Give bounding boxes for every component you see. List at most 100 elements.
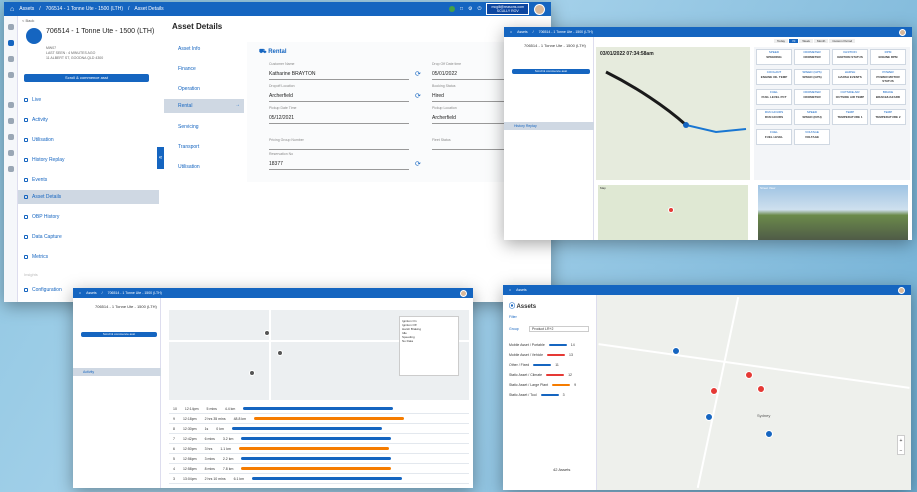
street-view[interactable]: Street View: [758, 185, 908, 240]
nav-activity[interactable]: Activity: [24, 117, 48, 123]
dropoff-date-field[interactable]: Drop Off Date time 05/01/2022: [432, 62, 507, 80]
rail-location-icon[interactable]: [7, 40, 14, 46]
breadcrumb-assets[interactable]: Assets: [19, 6, 34, 12]
activity-crumb-assets[interactable]: Assets: [86, 291, 97, 295]
table-row[interactable]: 4 12:58pm 8 mins 7.8 km: [169, 464, 469, 474]
collapse-handle[interactable]: «: [157, 147, 164, 169]
toggle-7d[interactable]: 7d: [789, 39, 799, 43]
group-item[interactable]: Static Asset / Tool 3: [509, 393, 565, 397]
asset-pin-icon[interactable]: [672, 347, 680, 355]
tab-operation[interactable]: Operation: [178, 86, 200, 92]
fleet-status-field[interactable]: Fleet Status: [432, 132, 507, 150]
table-row[interactable]: 5 12:56pm 3 mins 2.2 km: [169, 454, 469, 464]
nav-asset-details[interactable]: Asset Details: [18, 190, 159, 204]
toggle-month[interactable]: Month: [813, 39, 829, 43]
replay-status-button[interactable]: Scroll & commence asst: [512, 69, 590, 74]
asset-pin-icon[interactable]: [757, 385, 765, 393]
activity-nav-active[interactable]: Activity: [73, 368, 161, 376]
replay-crumb-assets[interactable]: Assets: [517, 30, 528, 34]
nav-configuration[interactable]: Configuration: [24, 287, 62, 293]
rail-list-icon[interactable]: [7, 118, 14, 124]
toggle-week[interactable]: Week: [799, 39, 813, 43]
avatar[interactable]: [460, 289, 467, 297]
tab-utilisation[interactable]: Utilisation: [178, 164, 200, 170]
replay-nav-history[interactable]: History Replay: [504, 122, 594, 130]
history-replay-screen: ⌂ Assets/706514 - 1 Tonne Ute - 1500 (LT…: [504, 27, 912, 240]
nav-utilisation[interactable]: Utilisation: [24, 137, 54, 143]
back-link[interactable]: < Back: [22, 18, 157, 23]
nav-events[interactable]: Events: [24, 177, 47, 183]
activity-crumb-vehicle[interactable]: 706514 - 1 Tonne Ute - 1500 (LTH): [108, 291, 162, 295]
rail-chart-icon[interactable]: [7, 134, 14, 140]
tab-rental[interactable]: Rental →: [164, 99, 244, 113]
rail-layers-icon[interactable]: [7, 56, 14, 62]
window-icon[interactable]: □: [460, 6, 463, 12]
tab-servicing[interactable]: Servicing: [178, 124, 199, 130]
refresh-icon[interactable]: ⟳: [415, 92, 421, 100]
filter-row[interactable]: Filter: [509, 315, 517, 319]
table-row[interactable]: 10 12:14pm 5 mins 4.4 km: [169, 404, 469, 414]
tab-finance[interactable]: Finance: [178, 66, 196, 72]
refresh-icon[interactable]: ⟳: [415, 160, 421, 168]
power-icon[interactable]: ⏻: [477, 6, 481, 12]
rail-user-icon[interactable]: [7, 166, 14, 172]
toggle-today[interactable]: Today: [774, 39, 789, 43]
fleet-map[interactable]: Sydney + −: [597, 295, 911, 490]
rail-alert-icon[interactable]: [7, 150, 14, 156]
row-distance: 1.1 km: [220, 446, 231, 451]
nav-insights[interactable]: Insights: [24, 272, 38, 277]
asset-pin-icon[interactable]: [710, 387, 718, 395]
asset-pin-icon[interactable]: [745, 371, 753, 379]
asset-pin-icon[interactable]: [705, 413, 713, 421]
toggle-custom[interactable]: Custom Period: [829, 39, 856, 43]
reservation-no-field[interactable]: Reservation No 18377: [269, 152, 409, 170]
pickup-date-field[interactable]: Pickup Date Time 05/12/2021: [269, 106, 409, 124]
nav-metrics[interactable]: Metrics: [24, 254, 48, 260]
group-item[interactable]: Mobile Asset / Vehicle 13: [509, 353, 573, 357]
tab-transport[interactable]: Transport: [178, 144, 199, 150]
group-item[interactable]: Mobile Asset / Portable 14: [509, 343, 575, 347]
dropoff-location-field[interactable]: Dropoff Location Archerfield: [269, 84, 409, 102]
avatar[interactable]: [898, 286, 905, 294]
asset-pin-icon[interactable]: [765, 430, 773, 438]
pricing-group-field[interactable]: Pricing Group Number: [269, 132, 409, 150]
customer-name-field[interactable]: Customer Name Katharine BRAYTON: [269, 62, 409, 80]
nav-history-replay[interactable]: History Replay: [24, 157, 65, 163]
fleet-crumb-assets[interactable]: Assets: [516, 288, 527, 292]
avatar[interactable]: [534, 3, 545, 15]
card-label: OUTSIDE AIR TEMP: [835, 95, 865, 99]
card-label: POWER MOTOR STATUS: [876, 75, 900, 83]
nav-obp-history[interactable]: OBP History: [24, 214, 59, 220]
table-row[interactable]: 8 12:30pm 1s 0 km: [169, 424, 469, 434]
group-item[interactable]: Static Asset / Climate 12: [509, 373, 572, 377]
status-button[interactable]: Scroll & commence asst: [24, 74, 149, 82]
group-item[interactable]: Other / Fixed 11: [509, 363, 559, 367]
table-row[interactable]: 7 12:42pm 6 mins 3.2 km: [169, 434, 469, 444]
table-row[interactable]: 9 12:18pm 2 hrs 35 mins 48.8 km: [169, 414, 469, 424]
breadcrumb-vehicle[interactable]: 706514 - 1 Tonne Ute - 1500 (LTH): [46, 6, 123, 12]
pickup-location-field[interactable]: Pickup Location Archerfield: [432, 106, 507, 124]
rail-doc-icon[interactable]: [7, 102, 14, 108]
booking-status-field[interactable]: Booking Status Hired: [432, 84, 507, 102]
timeline-bar: [238, 447, 389, 450]
user-box[interactable]: mcgill@reasons.com SCULLY ROV: [486, 2, 529, 16]
refresh-icon[interactable]: ⟳: [415, 70, 421, 78]
rail-home-icon[interactable]: [7, 24, 14, 30]
nav-live[interactable]: Live: [24, 97, 41, 103]
nav-data-capture[interactable]: Data Capture: [24, 234, 62, 240]
settings-icon[interactable]: ⚙: [468, 6, 472, 12]
replay-crumb-vehicle[interactable]: 706514 - 1 Tonne Ute - 1500 (LTH): [539, 30, 593, 34]
table-row[interactable]: 6 12:50pm 3 hrs 1.1 km: [169, 444, 469, 454]
tab-asset-info[interactable]: Asset Info: [178, 46, 200, 52]
activity-status-button[interactable]: Scroll & commence asst: [81, 332, 157, 337]
group-select[interactable]: Product LR+2: [529, 326, 589, 332]
group-item[interactable]: Static Asset / Large Plant 9: [509, 383, 576, 387]
avatar[interactable]: [899, 28, 906, 36]
mini-map[interactable]: Map: [598, 185, 748, 240]
zoom-controls[interactable]: + −: [897, 435, 905, 455]
rail-tools-icon[interactable]: [7, 72, 14, 78]
replay-map[interactable]: 03/01/2022 07:34:58am: [596, 47, 750, 180]
activity-map[interactable]: Ignition On Ignition Off Harsh Braking I…: [169, 310, 469, 400]
breadcrumb-asset-details[interactable]: Asset Details: [134, 6, 163, 12]
table-row[interactable]: 3 13:04pm 2 hrs 10 mins 6.1 km: [169, 474, 469, 484]
